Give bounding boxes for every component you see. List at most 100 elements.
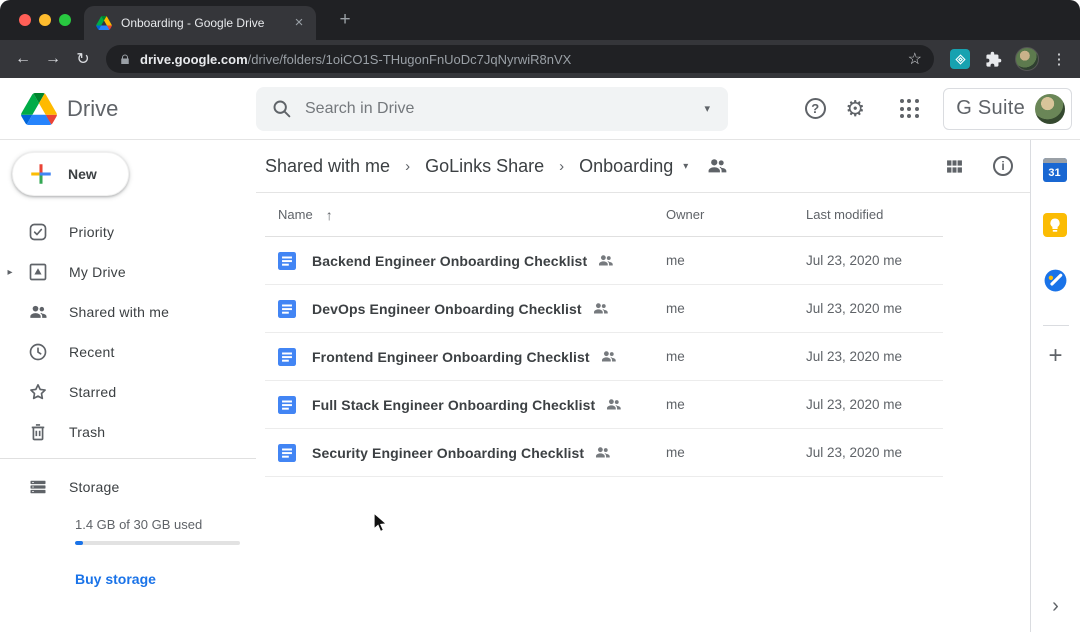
- details-button[interactable]: i: [991, 154, 1015, 178]
- apps-grid-icon: [900, 99, 919, 118]
- new-tab-button[interactable]: +: [332, 8, 358, 34]
- file-modified: Jul 23, 2020 me: [806, 301, 943, 316]
- close-window-button[interactable]: [19, 14, 31, 26]
- file-name[interactable]: Security Engineer Onboarding Checklist: [312, 445, 584, 461]
- file-modified: Jul 23, 2020 me: [806, 349, 943, 364]
- tab-title: Onboarding - Google Drive: [121, 16, 281, 30]
- file-name[interactable]: Backend Engineer Onboarding Checklist: [312, 253, 587, 269]
- file-modified: Jul 23, 2020 me: [806, 445, 943, 460]
- breadcrumb-separator-icon: ›: [559, 158, 564, 175]
- storage-usage-text: 1.4 GB of 30 GB used: [75, 517, 256, 532]
- priority-icon: [28, 222, 48, 242]
- breadcrumb-onboarding[interactable]: Onboarding: [579, 156, 673, 177]
- tasks-app-button[interactable]: [1043, 268, 1069, 294]
- url-text: drive.google.com/drive/folders/1oiCO1S-T…: [140, 52, 893, 67]
- sidebar-item-starred[interactable]: Starred: [0, 372, 256, 412]
- tasks-icon: [1043, 268, 1068, 293]
- calendar-app-button[interactable]: 31: [1043, 158, 1069, 184]
- browser-profile-avatar[interactable]: [1015, 47, 1039, 71]
- sidebar: New Priority ▸ My Drive Shared with me R…: [0, 140, 256, 632]
- url-path: /drive/folders/1oiCO1S-THugonFnUoDc7JqNy…: [248, 52, 572, 67]
- sidebar-item-storage[interactable]: Storage: [0, 467, 256, 507]
- sidebar-item-shared-with-me[interactable]: Shared with me: [0, 292, 256, 332]
- google-apps-button[interactable]: [889, 89, 929, 129]
- tab-close-icon[interactable]: ×: [290, 14, 308, 32]
- url-domain: drive.google.com: [140, 52, 248, 67]
- forward-icon[interactable]: →: [38, 44, 68, 74]
- file-name[interactable]: Full Stack Engineer Onboarding Checklist: [312, 397, 595, 413]
- folder-shared-icon: [706, 155, 728, 177]
- address-bar[interactable]: drive.google.com/drive/folders/1oiCO1S-T…: [106, 45, 934, 73]
- grid-view-icon: [944, 156, 965, 177]
- bookmark-star-icon[interactable]: ☆: [902, 49, 928, 69]
- breadcrumb-separator-icon: ›: [405, 158, 410, 175]
- file-name[interactable]: Frontend Engineer Onboarding Checklist: [312, 349, 590, 365]
- keep-icon: [1043, 213, 1067, 237]
- drive-header: Drive ▾ ? ⚙ G Suite: [0, 78, 1080, 140]
- help-button[interactable]: ?: [795, 89, 835, 129]
- file-row[interactable]: Backend Engineer Onboarding Checklist me…: [265, 237, 943, 285]
- sidebar-item-label: Shared with me: [69, 304, 169, 320]
- search-options-caret-icon[interactable]: ▾: [696, 98, 718, 119]
- account-avatar[interactable]: [1035, 94, 1065, 124]
- search-icon: [271, 98, 292, 119]
- reload-icon[interactable]: ↻: [68, 44, 98, 74]
- tab-strip: Onboarding - Google Drive × +: [0, 0, 1080, 40]
- calendar-day-label: 31: [1048, 165, 1060, 182]
- back-icon[interactable]: ←: [8, 44, 38, 74]
- file-row[interactable]: Security Engineer Onboarding Checklist m…: [265, 429, 943, 477]
- google-doc-icon: [278, 444, 296, 462]
- keep-app-button[interactable]: [1043, 213, 1069, 239]
- gsuite-label: G Suite: [956, 97, 1025, 120]
- minimize-window-button[interactable]: [39, 14, 51, 26]
- sidebar-divider: Storage 1.4 GB of 30 GB used Buy storage: [0, 458, 256, 589]
- folder-menu-caret-icon[interactable]: ▾: [683, 161, 688, 172]
- drive-favicon-icon: [96, 16, 112, 30]
- app-name: Drive: [67, 96, 118, 122]
- file-row[interactable]: Frontend Engineer Onboarding Checklist m…: [265, 333, 943, 381]
- sidebar-item-priority[interactable]: Priority: [0, 212, 256, 252]
- grid-view-button[interactable]: [942, 154, 966, 178]
- companion-panel: 31 + ›: [1030, 140, 1080, 632]
- gsuite-account-chip[interactable]: G Suite: [943, 88, 1072, 130]
- google-doc-icon: [278, 348, 296, 366]
- shared-people-icon: [28, 302, 48, 322]
- breadcrumb: Shared with me › GoLinks Share › Onboard…: [256, 140, 1030, 193]
- extensions-puzzle-icon[interactable]: [978, 51, 1008, 68]
- help-icon: ?: [805, 98, 826, 119]
- sort-ascending-icon[interactable]: ↑: [326, 207, 333, 223]
- column-last-modified[interactable]: Last modified: [806, 207, 943, 222]
- add-app-button[interactable]: +: [1048, 342, 1062, 370]
- sidebar-item-label: Recent: [69, 344, 115, 360]
- storage-icon: [28, 477, 48, 497]
- extension-golinks-icon[interactable]: [950, 49, 970, 69]
- sidebar-item-trash[interactable]: Trash: [0, 412, 256, 452]
- file-modified: Jul 23, 2020 me: [806, 397, 943, 412]
- zoom-window-button[interactable]: [59, 14, 71, 26]
- new-button-label: New: [68, 166, 97, 182]
- my-drive-icon: [28, 262, 48, 282]
- browser-window: Onboarding - Google Drive × + ← → ↻ driv…: [0, 0, 1080, 78]
- breadcrumb-shared-with-me[interactable]: Shared with me: [265, 156, 390, 177]
- settings-button[interactable]: ⚙: [835, 89, 875, 129]
- collapse-panel-chevron-icon[interactable]: ›: [1052, 595, 1059, 618]
- file-name[interactable]: DevOps Engineer Onboarding Checklist: [312, 301, 582, 317]
- star-icon: [28, 382, 48, 402]
- file-row[interactable]: Full Stack Engineer Onboarding Checklist…: [265, 381, 943, 429]
- new-button[interactable]: New: [12, 152, 129, 196]
- header-actions: ? ⚙ G Suite: [795, 88, 1080, 130]
- file-row[interactable]: DevOps Engineer Onboarding Checklist me …: [265, 285, 943, 333]
- expand-arrow-icon[interactable]: ▸: [0, 267, 20, 278]
- panel-divider: [1043, 325, 1069, 326]
- column-name[interactable]: Name: [278, 207, 313, 222]
- breadcrumb-golinks-share[interactable]: GoLinks Share: [425, 156, 544, 177]
- search-input[interactable]: [305, 100, 696, 118]
- buy-storage-link[interactable]: Buy storage: [75, 571, 156, 587]
- browser-menu-icon[interactable]: ⋮: [1046, 50, 1072, 68]
- browser-tab[interactable]: Onboarding - Google Drive ×: [84, 6, 316, 40]
- drive-logo[interactable]: Drive: [0, 93, 256, 125]
- sidebar-item-my-drive[interactable]: ▸ My Drive: [0, 252, 256, 292]
- sidebar-item-recent[interactable]: Recent: [0, 332, 256, 372]
- column-owner[interactable]: Owner: [666, 207, 806, 222]
- search-box[interactable]: ▾: [256, 87, 728, 131]
